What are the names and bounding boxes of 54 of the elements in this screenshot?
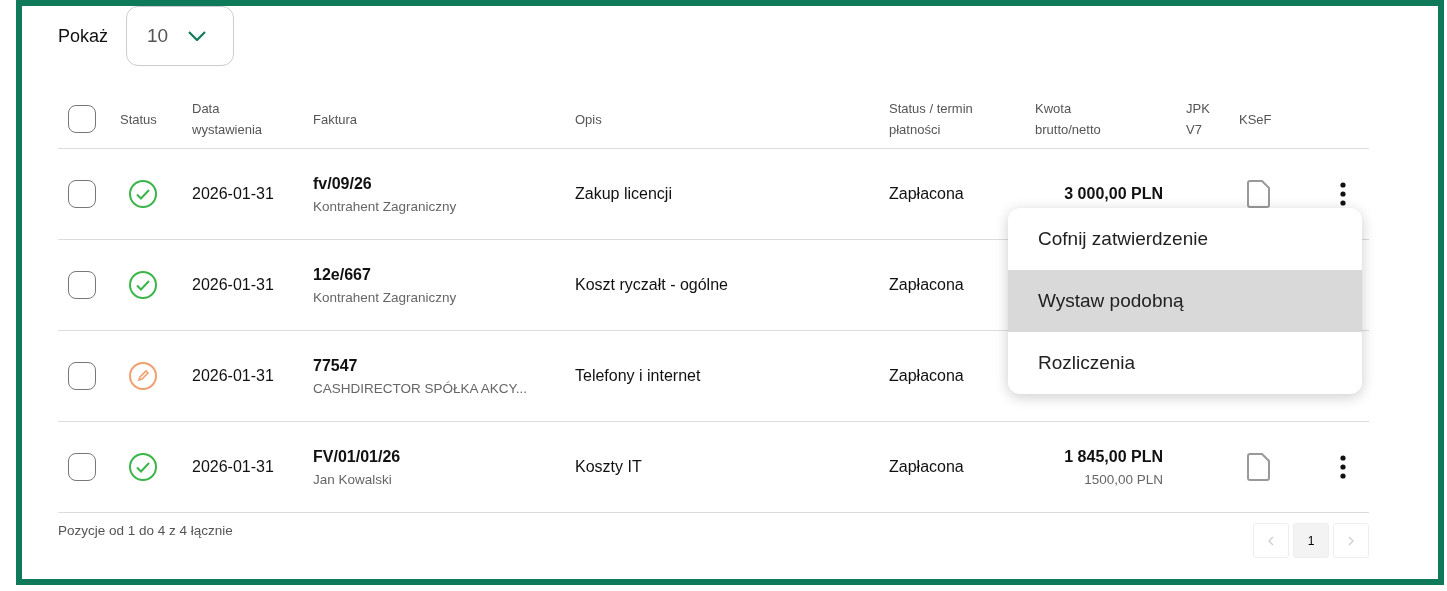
column-header: Opis: [575, 110, 602, 129]
document-icon[interactable]: [1247, 452, 1271, 482]
invoice-number: 12e/667: [313, 265, 371, 284]
payment-status: Zapłacona: [889, 367, 964, 385]
chevron-down-icon: [188, 31, 207, 41]
date-cell: 2026-01-31: [192, 276, 274, 294]
contractor-name: Kontrahent Zagraniczny: [313, 198, 457, 214]
description-cell: Koszt ryczałt - ogólne: [575, 276, 728, 294]
check-circle-icon: [128, 179, 158, 209]
gross-amount: 1 845,00 PLN: [1064, 447, 1163, 466]
description-cell: Koszty IT: [575, 458, 642, 476]
date-cell: 2026-01-31: [192, 458, 274, 476]
date-cell: 2026-01-31: [192, 367, 274, 385]
column-header: JPK V7: [1186, 100, 1211, 139]
description-cell: Zakup licencji: [575, 185, 672, 203]
menu-item[interactable]: Cofnij zatwierdzenie: [1008, 208, 1362, 270]
invoice-number: fv/09/26: [313, 174, 372, 193]
date-cell: 2026-01-31: [192, 185, 274, 203]
payment-status: Zapłacona: [889, 276, 964, 294]
more-vertical-icon[interactable]: [1340, 455, 1346, 479]
column-header: Faktura: [313, 110, 358, 129]
document-icon[interactable]: [1247, 179, 1271, 209]
menu-item[interactable]: Wystaw podobną: [1008, 270, 1362, 332]
column-header: Status: [120, 110, 157, 129]
page-button[interactable]: 1: [1293, 523, 1329, 558]
payment-status: Zapłacona: [889, 185, 964, 203]
gross-amount: 3 000,00 PLN: [1064, 185, 1163, 203]
column-header: Kwota brutto/netto: [1035, 100, 1102, 139]
page-size-select[interactable]: 10: [126, 6, 235, 66]
invoice-number: 77547: [313, 356, 358, 375]
more-vertical-icon[interactable]: [1340, 182, 1346, 206]
row-checkbox[interactable]: [68, 362, 96, 390]
column-header: KSeF: [1239, 110, 1272, 129]
net-amount: 1500,00 PLN: [1084, 471, 1163, 487]
page-size-label: Pokaż: [58, 25, 109, 47]
invoice-number: FV/01/01/26: [313, 447, 401, 466]
row-checkbox[interactable]: [68, 453, 96, 481]
row-checkbox[interactable]: [68, 271, 96, 299]
check-circle-icon: [128, 270, 158, 300]
select-all-checkbox[interactable]: [68, 105, 96, 133]
pagination-summary: Pozycje od 1 do 4 z 4 łącznie: [58, 523, 233, 540]
contractor-name: Jan Kowalski: [313, 471, 392, 487]
contractor-name: CASHDIRECTOR SPÓŁKA AKCY...: [313, 380, 528, 396]
pencil-circle-icon: [128, 361, 158, 391]
check-circle-icon: [128, 452, 158, 482]
row-checkbox[interactable]: [68, 180, 96, 208]
menu-item[interactable]: Rozliczenia: [1008, 332, 1362, 394]
payment-status: Zapłacona: [889, 458, 964, 476]
description-cell: Telefony i internet: [575, 367, 701, 385]
column-header: Data wystawienia: [192, 100, 264, 139]
column-header: Status / termin płatności: [889, 100, 974, 139]
chevron-left-icon: [1268, 535, 1274, 546]
chevron-right-icon: [1348, 535, 1354, 546]
contractor-name: Kontrahent Zagraniczny: [313, 289, 457, 305]
